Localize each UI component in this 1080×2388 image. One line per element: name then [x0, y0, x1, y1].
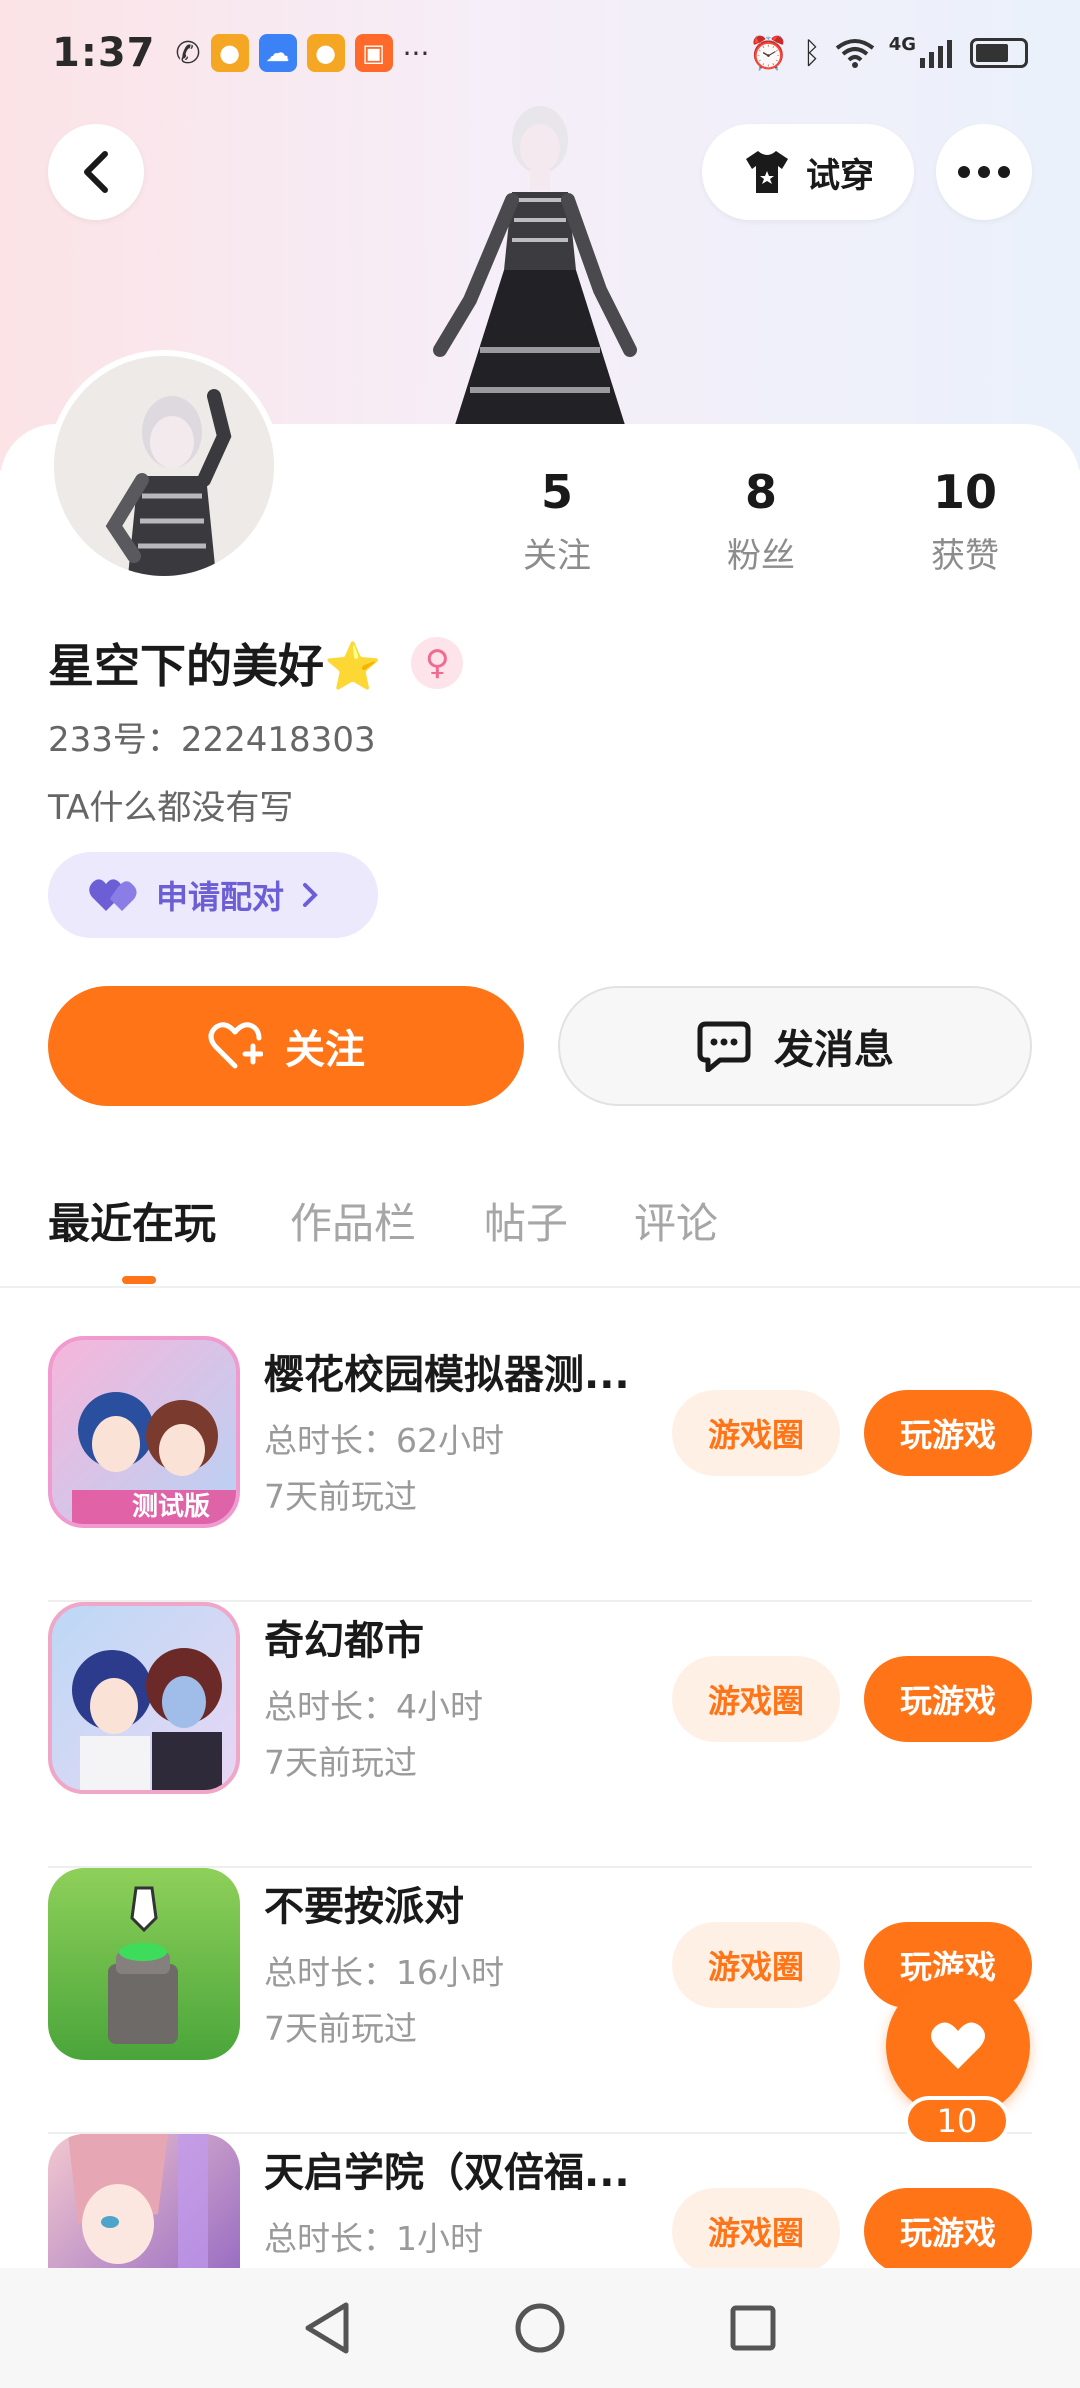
dont-press-party-icon — [48, 1868, 240, 2060]
hearts-icon — [89, 879, 137, 911]
game-name: 天启学院（双倍福... — [264, 2150, 630, 2196]
cloud-icon: ☁ — [258, 34, 297, 72]
avatar-image — [54, 356, 274, 576]
triangle-back-icon — [305, 2302, 349, 2354]
game-last-played: 7天前玩过 — [264, 1743, 417, 1782]
network-type-label: 4G — [888, 34, 916, 55]
tab-posts[interactable]: 帖子 — [484, 1190, 568, 1251]
more-notifications-indicator: ··· — [402, 36, 430, 70]
stat-likes-value: 10 — [932, 465, 997, 519]
chat-bubble-icon — [697, 1021, 751, 1072]
nav-recents-button[interactable] — [723, 2298, 783, 2358]
try-on-label: 试穿 — [806, 155, 874, 196]
game-duration: 总时长：1小时 — [264, 2219, 483, 2258]
alarm-icon: ⏰ — [748, 34, 789, 72]
stat-following-label: 关注 — [523, 536, 591, 576]
like-count-badge: 10 — [904, 2096, 1010, 2146]
back-button[interactable] — [48, 124, 144, 220]
follow-button[interactable]: 关注 — [48, 986, 524, 1106]
circle-home-icon — [515, 2303, 565, 2353]
game-duration: 总时长：62小时 — [264, 1421, 504, 1460]
send-message-button[interactable]: 发消息 — [558, 986, 1032, 1106]
signal-icon — [920, 40, 952, 68]
tab-comments[interactable]: 评论 — [634, 1190, 718, 1251]
game-circle-button[interactable]: 游戏圈 — [672, 2188, 840, 2268]
play-game-button[interactable]: 玩游戏 — [864, 2188, 1032, 2268]
active-tab-indicator — [122, 1276, 156, 1284]
status-time: 1:37 — [52, 30, 156, 76]
nav-back-button[interactable] — [297, 2298, 357, 2358]
female-gender-icon: ♀ — [411, 637, 464, 689]
sakura-school-test-icon: 测试版 — [48, 1336, 240, 1528]
tab-works[interactable]: 作品栏 — [290, 1190, 416, 1251]
more-dot-icon — [958, 166, 970, 178]
username-row: 星空下的美好⭐ ♀ — [48, 630, 464, 696]
request-pair-label: 申请配对 — [156, 878, 285, 916]
username: 星空下的美好⭐ — [48, 639, 382, 693]
more-options-button[interactable] — [936, 124, 1032, 220]
more-dot-icon — [998, 166, 1010, 178]
kuaishou-icon: ▣ — [354, 34, 393, 72]
try-on-button[interactable]: 试穿 — [702, 124, 914, 220]
stat-following[interactable]: 5 关注 — [482, 462, 632, 577]
game-duration: 总时长：4小时 — [264, 1687, 483, 1726]
game-name: 不要按派对 — [264, 1884, 464, 1930]
user-id: 233号：222418303 — [48, 720, 376, 760]
stat-followers-value: 8 — [744, 465, 777, 519]
heart-icon — [931, 2022, 985, 2069]
game-circle-button[interactable]: 游戏圈 — [672, 1390, 840, 1476]
send-message-label: 发消息 — [774, 1027, 894, 1073]
play-game-button[interactable]: 玩游戏 — [864, 1656, 1032, 1742]
heart-add-icon — [208, 1022, 263, 1069]
tshirt-icon — [746, 151, 788, 193]
game-row[interactable]: 天启学院（双倍福... 总时长：1小时 游戏圈 玩游戏 — [48, 2134, 1032, 2268]
tianqi-academy-icon — [48, 2134, 240, 2268]
stat-likes[interactable]: 10 获赞 — [890, 462, 1040, 577]
wifi-icon — [835, 39, 874, 68]
missed-call-icon: ✆ — [175, 35, 201, 71]
stat-likes-label: 获赞 — [931, 536, 999, 576]
tabs-divider — [0, 1286, 1080, 1288]
system-icons: ⏰ ᛒ 4G — [749, 34, 1028, 72]
nav-home-button[interactable] — [510, 2298, 570, 2358]
game-name: 樱花校园模拟器测... — [264, 1352, 630, 1398]
game-circle-button[interactable]: 游戏圈 — [672, 1656, 840, 1742]
chevron-right-icon — [303, 883, 318, 907]
system-navigation-bar — [0, 2268, 1080, 2388]
status-bar: 1:37 ✆ ● ☁ ● ▣ ··· ⏰ ᛒ 4G — [0, 0, 1080, 106]
game-duration: 总时长：16小时 — [264, 1953, 504, 1992]
avatar-character-figure — [433, 106, 637, 425]
follow-label: 关注 — [285, 1027, 365, 1073]
stat-followers-label: 粉丝 — [727, 536, 795, 576]
game-name: 奇幻都市 — [264, 1618, 424, 1664]
fantasy-city-icon — [48, 1602, 240, 1794]
stat-following-value: 5 — [540, 465, 573, 519]
game-last-played: 7天前玩过 — [264, 2009, 417, 2048]
test-version-badge: 测试版 — [132, 1492, 211, 1522]
tab-recently-played[interactable]: 最近在玩 — [48, 1190, 216, 1251]
game-row[interactable]: 不要按派对 总时长：16小时 7天前玩过 游戏圈 玩游戏 — [48, 1868, 1032, 2134]
square-recents-icon — [730, 2305, 776, 2351]
bluetooth-icon: ᛒ — [802, 35, 821, 71]
game-circle-button[interactable]: 游戏圈 — [672, 1922, 840, 2008]
avatar[interactable] — [48, 350, 280, 582]
play-game-button[interactable]: 玩游戏 — [864, 1390, 1032, 1476]
battery-icon — [970, 38, 1028, 68]
request-pair-button[interactable]: 申请配对 — [48, 852, 378, 938]
game-last-played: 7天前玩过 — [264, 1477, 417, 1516]
game-row[interactable]: 奇幻都市 总时长：4小时 7天前玩过 游戏圈 玩游戏 — [48, 1602, 1032, 1868]
weibo-icon: ● — [210, 34, 249, 72]
user-bio: TA什么都没有写 — [48, 788, 294, 828]
notification-icons: ✆ ● ☁ ● ▣ ··· — [175, 34, 430, 72]
weibo-icon: ● — [306, 34, 345, 72]
stat-followers[interactable]: 8 粉丝 — [686, 462, 836, 577]
more-dot-icon — [978, 166, 990, 178]
game-row[interactable]: 测试版 樱花校园模拟器测... 总时长：62小时 7天前玩过 游戏圈 玩游戏 — [48, 1336, 1032, 1602]
chevron-left-icon — [84, 151, 108, 193]
